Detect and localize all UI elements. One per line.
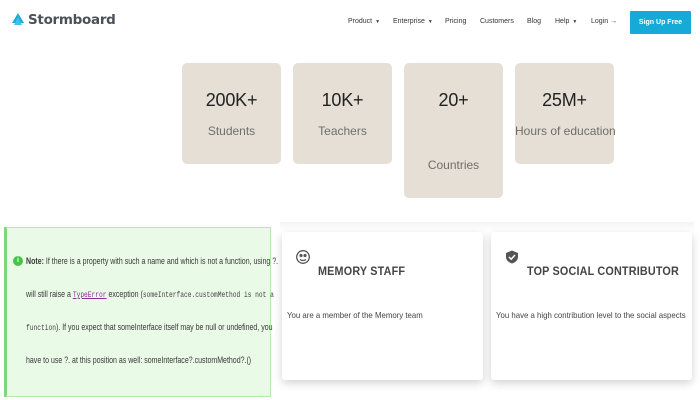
nav-login[interactable]: Login →: [591, 18, 617, 25]
badge-title: TOP SOCIAL CONTRIBUTOR: [527, 264, 679, 278]
stat-label: Hours of education: [515, 124, 616, 138]
nav-help[interactable]: Help ▼: [555, 18, 577, 25]
stat-value: 10K+: [321, 90, 364, 110]
stat-label: Teachers: [318, 124, 367, 138]
note-text: Note: If there is a property with such a…: [26, 250, 278, 382]
nav-customers-label: Customers: [480, 18, 514, 25]
stat-label: Countries: [427, 158, 480, 172]
badge-card[interactable]: TOP SOCIAL CONTRIBUTOR You have a high c…: [491, 232, 692, 380]
memory-badge-icon: [296, 250, 310, 264]
note-label: Note:: [26, 256, 44, 266]
stat-card: 10K+ Teachers: [293, 63, 392, 164]
typeerror-link[interactable]: TypeError: [73, 291, 107, 300]
note-line-2b: exception (: [108, 289, 143, 299]
nav-pricing[interactable]: Pricing: [445, 18, 466, 25]
note-box: i Note: If there is a property with such…: [4, 227, 278, 397]
stat-card: 200K+ Students: [182, 63, 281, 164]
nav-enterprise[interactable]: Enterprise ▼: [393, 18, 433, 25]
nav-help-label: Help: [555, 18, 570, 25]
caret-down-icon: ▼: [427, 18, 433, 25]
nav-enterprise-label: Enterprise: [393, 18, 425, 25]
badge-description: You are a member of the Memory team: [287, 310, 423, 320]
note-code: someInterface.customMethod is not a: [142, 291, 274, 300]
section-divider: [280, 222, 694, 230]
nav-customers[interactable]: Customers: [480, 18, 514, 25]
logo-text: Stormboard: [28, 12, 116, 28]
caret-down-icon: ▼: [572, 18, 578, 25]
nav-login-label: Login →: [591, 18, 618, 25]
note-line-1: If there is a property with such a name …: [45, 256, 279, 266]
nav-product[interactable]: Product ▼: [348, 18, 380, 25]
stat-card: 25M+ Hours of education: [515, 63, 616, 164]
caret-down-icon: ▼: [375, 18, 381, 25]
nav-pricing-label: Pricing: [445, 18, 467, 25]
logo[interactable]: Stormboard: [10, 12, 116, 28]
stat-label: Students: [207, 124, 256, 138]
stat-value: 25M+: [542, 90, 587, 110]
stormboard-logo-icon: [12, 13, 24, 25]
top-nav: Stormboard Product ▼ Enterprise ▼ Pricing …: [0, 0, 700, 46]
note-code: function: [26, 324, 56, 333]
note-line-3: ). If you expect that someInterface itse…: [55, 322, 273, 332]
note-line-4: have to use ?. at this position as well:…: [26, 355, 252, 365]
stat-value: 200K+: [205, 90, 258, 110]
stat-card: 20+ Countries: [404, 63, 503, 198]
badge-title: MEMORY STAFF: [318, 264, 406, 278]
nav-product-label: Product: [348, 18, 373, 25]
badge-card[interactable]: MEMORY STAFF You are a member of the Mem…: [282, 232, 483, 380]
nav-blog[interactable]: Blog: [527, 18, 541, 25]
shield-check-icon: [506, 250, 518, 264]
signup-button[interactable]: Sign Up Free: [630, 11, 691, 34]
stat-value: 20+: [438, 90, 469, 110]
nav-blog-label: Blog: [527, 18, 542, 25]
note-line-2a: will still raise a: [26, 289, 71, 299]
info-icon: i: [13, 256, 23, 266]
badge-description: You have a high contribution level to th…: [496, 310, 686, 320]
